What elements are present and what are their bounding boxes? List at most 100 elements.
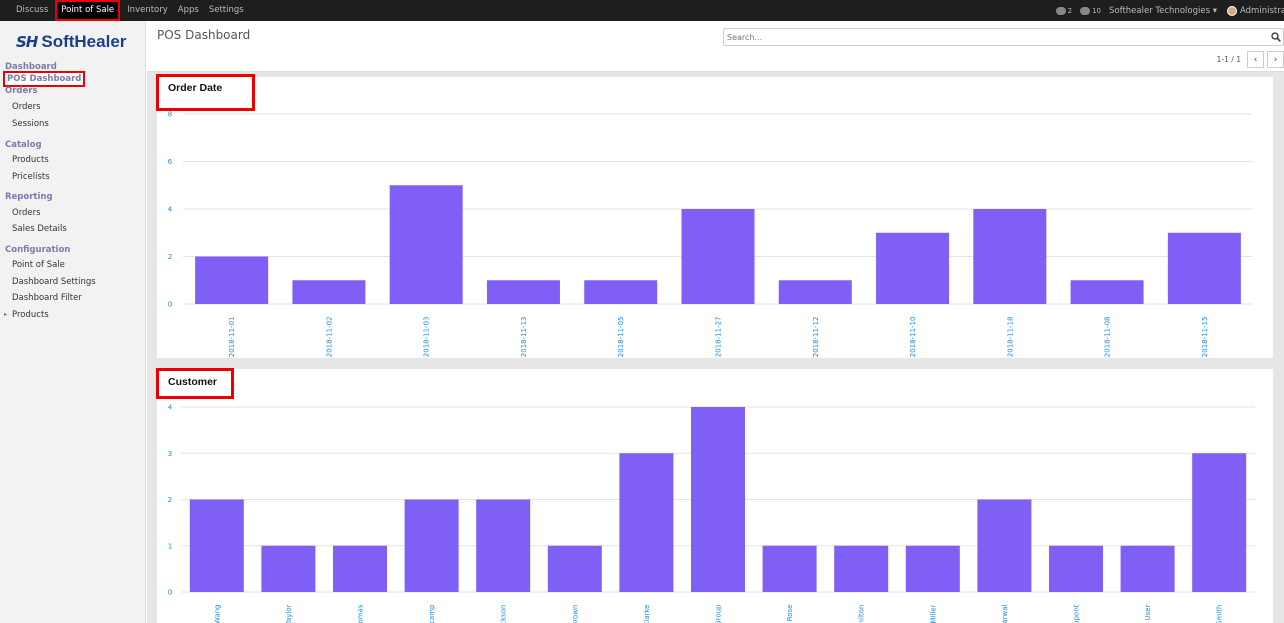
menu-settings[interactable]: Settings [204, 0, 249, 21]
sidebar-item-sessions[interactable]: Sessions [12, 119, 49, 129]
search-icon[interactable] [1271, 32, 1281, 42]
sidebar-item-label: Products [12, 310, 49, 320]
sidebar-item-sales-details[interactable]: Sales Details [12, 224, 67, 234]
chart-bar[interactable] [1049, 545, 1103, 592]
x-tick-label: 2018-11-10 [909, 317, 917, 358]
menu-apps[interactable]: Apps [173, 0, 204, 21]
sidebar-item-dashboard-filter[interactable]: Dashboard Filter [12, 293, 82, 303]
systray: 2 10 Softhealer Technologies ▾ Administr… [1055, 0, 1284, 21]
search-input[interactable] [724, 29, 1264, 45]
chart-bar[interactable] [404, 499, 459, 593]
sidebar: SH SoftHealer Dashboard POS Dashboard Or… [0, 21, 146, 623]
chart-bar[interactable] [292, 280, 366, 304]
logo-mark: SH [16, 33, 38, 51]
chart-bar[interactable] [977, 499, 1032, 593]
x-tick-label: 2018-11-02 [325, 317, 333, 358]
chart-bar[interactable] [261, 545, 316, 592]
chart-bar[interactable] [584, 280, 658, 304]
x-tick-label: 2018-11-08 [1104, 317, 1112, 358]
sidebar-item-orders[interactable]: Orders [12, 102, 41, 112]
order-date-panel: 0 2 4 6 8 2018-11-01 2018-11-02 2018-11-03 2018-… [156, 74, 1273, 358]
chart-bar[interactable] [876, 232, 950, 304]
chart-bar[interactable] [1192, 453, 1247, 592]
user-menu[interactable]: Administrator [1227, 5, 1284, 16]
top-navbar: Discuss Point of Sale Inventory Apps Set… [0, 0, 1284, 21]
chevron-left-icon: ‹ [1253, 54, 1258, 65]
x-tick-label: 2018-11-03 [423, 317, 431, 358]
activity-badge[interactable]: 2 [1055, 6, 1073, 15]
x-tick-label: l User [1144, 604, 1152, 623]
chart-bar[interactable] [476, 499, 531, 593]
order-date-chart: 0 2 4 6 8 2018-11-01 2018-11-02 2018-11-03 2018-… [168, 111, 1253, 358]
x-tick-label: milton [858, 605, 866, 623]
chart-bar[interactable] [189, 499, 244, 593]
customer-title: Customer [156, 368, 234, 399]
y-tick-label: 0 [168, 301, 172, 309]
sidebar-section-orders: Orders [5, 86, 38, 96]
chart-bar[interactable] [333, 545, 387, 592]
search-box [723, 28, 1284, 46]
caret-down-icon: ▾ [1212, 5, 1217, 16]
menu-inventory[interactable]: Inventory [122, 0, 173, 21]
x-tick-label: 2018-11-15 [1201, 317, 1209, 358]
x-tick-label: camp [428, 604, 436, 623]
x-tick-label: Taylor [285, 604, 293, 623]
sidebar-section-configuration: Configuration [5, 245, 71, 255]
chart-bar[interactable] [762, 545, 817, 592]
chart-bar[interactable] [681, 209, 755, 304]
menu-point-of-sale[interactable]: Point of Sale [55, 0, 121, 21]
company-name: Softhealer Technologies [1109, 5, 1211, 16]
user-name: Administrator [1240, 5, 1284, 16]
pager-previous-button[interactable]: ‹ [1247, 51, 1264, 68]
x-tick-label: ckson [500, 605, 508, 623]
chart-bar[interactable] [834, 545, 889, 592]
x-tick-label: upont [1073, 604, 1081, 623]
x-tick-label: 2018-11-12 [812, 317, 820, 358]
avatar [1227, 5, 1237, 16]
x-tick-label: 2018-11-05 [617, 317, 625, 358]
sidebar-item-products[interactable]: Products [12, 155, 49, 165]
chart-bar[interactable] [1120, 545, 1175, 592]
sidebar-item-point-of-sale[interactable]: Point of Sale [12, 260, 65, 270]
x-tick-label: Wang [213, 605, 221, 623]
messages-count: 10 [1092, 6, 1102, 15]
x-tick-label: homas [357, 604, 365, 623]
chart-bar[interactable] [486, 280, 560, 304]
chart-bar[interactable] [547, 545, 602, 592]
company-logo: SH SoftHealer [16, 32, 126, 51]
chart-bar[interactable] [1167, 232, 1241, 304]
chart-bar[interactable] [905, 545, 960, 592]
chart-bar[interactable] [195, 256, 269, 305]
x-tick-label: Clarke [643, 605, 651, 623]
activity-count: 2 [1067, 6, 1073, 15]
sidebar-item-dashboard-settings[interactable]: Dashboard Settings [12, 277, 96, 287]
messages-badge[interactable]: 10 [1080, 6, 1102, 15]
page-title: POS Dashboard [157, 28, 251, 42]
customer-panel: 0 1 2 3 4 Wang Taylor homas camp ckson Brown Clarke… [156, 368, 1273, 623]
y-tick-label: 2 [168, 496, 172, 504]
y-tick-label: 0 [168, 589, 172, 597]
sidebar-item-pos-dashboard[interactable]: POS Dashboard [3, 71, 86, 87]
chart-bar[interactable] [1070, 280, 1144, 304]
chart-bar[interactable] [389, 185, 463, 304]
sidebar-section-reporting: Reporting [5, 192, 53, 202]
order-date-title: Order Date [156, 74, 255, 111]
sidebar-item-config-products[interactable]: ▸ Products [4, 310, 49, 320]
x-tick-label: garwal [1001, 604, 1009, 623]
pager-value[interactable]: 1-1 / 1 [1217, 55, 1241, 64]
chart-bar[interactable] [973, 209, 1047, 304]
sidebar-item-pricelists[interactable]: Pricelists [12, 172, 50, 182]
chart-bar[interactable] [691, 407, 745, 592]
clock-icon [1055, 6, 1066, 15]
x-tick-label: Smith [1216, 605, 1224, 623]
x-tick-label: Group [715, 604, 723, 623]
menu-discuss[interactable]: Discuss [11, 0, 53, 21]
x-tick-label: Brown [571, 605, 579, 623]
x-tick-label: 2018-11-18 [1006, 317, 1014, 358]
pager-next-button[interactable]: › [1267, 51, 1284, 68]
sidebar-section-catalog: Catalog [5, 140, 42, 150]
chart-bar[interactable] [619, 453, 674, 592]
company-switcher[interactable]: Softhealer Technologies ▾ [1109, 6, 1217, 16]
chart-bar[interactable] [778, 280, 852, 304]
sidebar-item-reporting-orders[interactable]: Orders [12, 208, 41, 218]
